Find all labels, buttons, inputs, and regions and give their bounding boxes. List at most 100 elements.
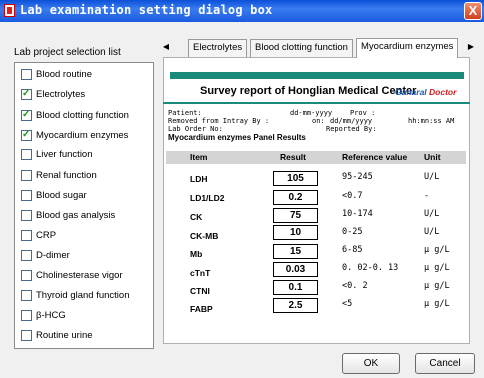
table-row-unit: μ g/L xyxy=(424,263,450,273)
table-row-unit: U/L xyxy=(424,227,440,237)
list-item-blood-clotting[interactable]: Blood clotting function xyxy=(21,108,129,122)
checkbox[interactable] xyxy=(21,229,32,241)
list-item-routine-urine[interactable]: Routine urine xyxy=(21,328,93,342)
table-row-item: FABP xyxy=(190,304,213,314)
checkbox[interactable] xyxy=(21,68,32,80)
tab-myocardium-enzymes[interactable]: Myocardium enzymes xyxy=(356,38,459,58)
result-field[interactable]: 10 xyxy=(273,225,318,240)
list-item-d-dimer[interactable]: D-dimer xyxy=(21,248,70,262)
title-bar: Lab examination setting dialog box X xyxy=(0,0,484,22)
checkbox[interactable] xyxy=(21,148,32,160)
left-list-title: Lab project selection list xyxy=(14,47,121,58)
table-row-item: CTNI xyxy=(190,286,210,296)
list-item-label: Blood routine xyxy=(36,68,92,80)
window-title: Lab examination setting dialog box xyxy=(20,3,273,17)
checkbox[interactable] xyxy=(21,269,32,281)
result-field[interactable]: 75 xyxy=(273,208,318,223)
list-item-label: D-dimer xyxy=(36,249,70,261)
table-row-ref: <0.7 xyxy=(342,191,363,201)
result-field[interactable]: 0.2 xyxy=(273,190,318,205)
tab-electrolytes[interactable]: Electrolytes xyxy=(188,39,248,57)
brand-part2: Doctor xyxy=(429,87,457,97)
table-row-ref: 95-245 xyxy=(342,172,373,182)
result-field[interactable]: 2.5 xyxy=(273,298,318,313)
lab-project-list: Blood routine Electrolytes Blood clottin… xyxy=(14,62,154,349)
list-item-liver[interactable]: Liver function xyxy=(21,147,93,161)
ok-button[interactable]: OK xyxy=(342,353,400,374)
time-value: hh:mn:ss AM xyxy=(408,117,455,125)
table-row-item: cTnT xyxy=(190,268,211,278)
close-button[interactable]: X xyxy=(464,2,482,20)
list-item-myocardium[interactable]: Myocardium enzymes xyxy=(21,128,128,142)
panel-results-title: Myocardium enzymes Panel Results xyxy=(168,133,306,142)
list-item-crp[interactable]: CRP xyxy=(21,228,56,242)
brand-logo: Ganaral Doctor xyxy=(395,87,456,97)
table-row-ref: 0. 02-0. 13 xyxy=(342,263,399,273)
list-item-blood-gas[interactable]: Blood gas analysis xyxy=(21,208,115,222)
col-header-ref: Reference value xyxy=(342,152,408,162)
result-field[interactable]: 105 xyxy=(273,171,318,186)
table-row-ref: 0-25 xyxy=(342,227,363,237)
list-item-label: Liver function xyxy=(36,148,93,160)
col-header-result: Result xyxy=(280,152,306,162)
cancel-button[interactable]: Cancel xyxy=(415,353,475,374)
report-header-bar xyxy=(170,72,464,79)
table-row-ref: <5 xyxy=(342,299,353,309)
checkbox[interactable] xyxy=(21,289,32,301)
checkbox[interactable] xyxy=(21,88,32,100)
lab-order-label: Lab Order No: xyxy=(168,125,223,133)
checkbox[interactable] xyxy=(21,189,32,201)
list-item-label: Renal function xyxy=(36,169,97,181)
date-value: dd-mm-yyyy xyxy=(290,109,333,117)
patient-label: Patient: xyxy=(168,109,202,117)
list-item-blood-sugar[interactable]: Blood sugar xyxy=(21,188,87,202)
list-item-label: Cholinesterase vigor xyxy=(36,269,123,281)
table-row-unit: U/L xyxy=(424,209,440,219)
list-item-blood-routine[interactable]: Blood routine xyxy=(21,67,92,81)
tab-scroll-left-icon[interactable]: ◀ xyxy=(161,41,171,53)
list-item-thyroid[interactable]: Thyroid gland function xyxy=(21,288,129,302)
table-row-item: CK-MB xyxy=(190,231,219,241)
table-row-item: Mb xyxy=(190,249,203,259)
checkbox[interactable] xyxy=(21,209,32,221)
table-row-unit: μ g/L xyxy=(424,299,450,309)
list-item-cholinesterase[interactable]: Cholinesterase vigor xyxy=(21,268,123,282)
result-field[interactable]: 0.1 xyxy=(273,280,318,295)
result-field[interactable]: 15 xyxy=(273,244,318,259)
on-label: on: xyxy=(312,117,325,125)
prov-label: Prov : xyxy=(350,109,376,117)
report-divider xyxy=(163,102,470,104)
removed-label: Removed from Intray By : xyxy=(168,117,270,125)
col-header-unit: Unit xyxy=(424,152,441,162)
list-item-renal[interactable]: Renal function xyxy=(21,168,97,182)
checkbox[interactable] xyxy=(21,129,32,141)
table-row-unit: μ g/L xyxy=(424,281,450,291)
list-item-label: Blood gas analysis xyxy=(36,209,116,221)
app-icon xyxy=(4,4,15,17)
table-row-item: LDH xyxy=(190,174,208,184)
tab-scroll-right-icon[interactable]: ▶ xyxy=(466,41,476,53)
result-field[interactable]: 0.03 xyxy=(273,262,318,277)
table-row-ref: 6-85 xyxy=(342,245,363,255)
list-item-label: Blood sugar xyxy=(36,189,87,201)
list-item-label: Routine urine xyxy=(36,329,93,341)
tab-blood-clotting[interactable]: Blood clotting function xyxy=(250,39,353,57)
results-table-header xyxy=(166,151,466,164)
list-item-electrolytes[interactable]: Electrolytes xyxy=(21,87,85,101)
table-row-unit: μ g/L xyxy=(424,245,450,255)
table-row-item: CK xyxy=(190,212,203,222)
list-item-label: Blood clotting function xyxy=(36,109,129,121)
checkbox[interactable] xyxy=(21,329,32,341)
list-item-hcg[interactable]: β-HCG xyxy=(21,308,66,322)
checkbox[interactable] xyxy=(21,249,32,261)
brand-part1: Ganaral xyxy=(395,87,427,97)
checkbox[interactable] xyxy=(21,109,32,121)
table-row-item: LD1/LD2 xyxy=(190,193,225,203)
checkbox[interactable] xyxy=(21,169,32,181)
checkbox[interactable] xyxy=(21,309,32,321)
table-row-ref: 10-174 xyxy=(342,209,373,219)
list-item-label: Thyroid gland function xyxy=(36,289,130,301)
on-value: dd/mm/yyyy xyxy=(330,117,373,125)
table-row-unit: U/L xyxy=(424,172,440,182)
report-title: Survey report of Honglian Medical Center xyxy=(200,85,417,97)
